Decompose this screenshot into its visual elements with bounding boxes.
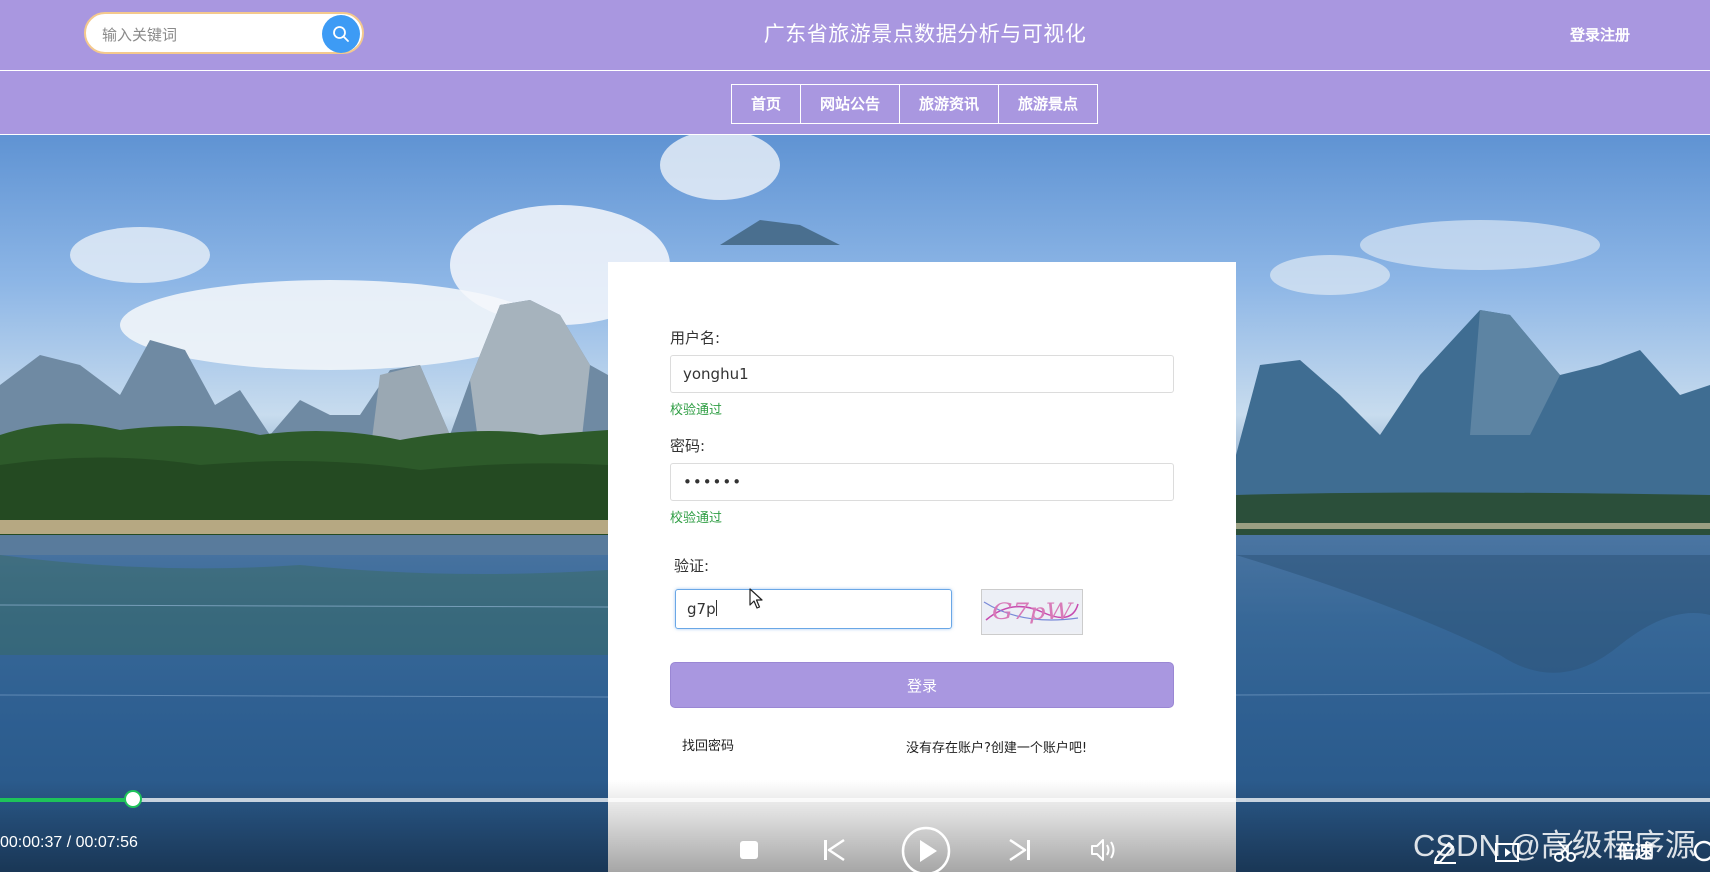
captcha-label: 验证:	[674, 557, 710, 575]
video-progress-fill	[0, 798, 133, 802]
screenshot-icon[interactable]	[1494, 838, 1522, 864]
video-time-readout: 00:00:37 / 00:07:56	[0, 834, 138, 851]
playback-speed-button[interactable]: 倍速	[1617, 838, 1653, 864]
username-input[interactable]: yonghu1	[670, 355, 1174, 393]
mouse-cursor-icon	[749, 588, 763, 609]
password-input[interactable]: ••••••	[670, 463, 1174, 501]
site-title: 广东省旅游景点数据分析与可视化	[763, 22, 1087, 46]
text-caret	[715, 600, 717, 616]
captcha-image-text: G7pW	[992, 600, 1075, 625]
login-register-link[interactable]: 登录注册	[1570, 24, 1630, 45]
login-submit-label: 登录	[906, 677, 937, 695]
main-nav: 首页 网站公告 旅游资讯 旅游景点	[0, 71, 1710, 135]
captcha-input[interactable]: g7p	[675, 589, 952, 629]
forgot-password-link[interactable]: 找回密码	[682, 735, 734, 754]
top-header: 广东省旅游景点数据分析与可视化 登录注册	[0, 0, 1710, 71]
play-icon[interactable]	[900, 825, 952, 872]
scissors-icon[interactable]	[1552, 838, 1580, 864]
username-label: 用户名:	[670, 329, 721, 347]
password-valid-message: 校验通过	[670, 511, 723, 526]
video-progress-bar[interactable]	[0, 790, 1710, 808]
nav-item-home[interactable]: 首页	[732, 85, 802, 123]
captcha-graphic: G7pW	[982, 590, 1080, 632]
nav-item-scenic-spots[interactable]: 旅游景点	[999, 85, 1097, 123]
nav-item-travel-news[interactable]: 旅游资讯	[900, 85, 1000, 123]
draw-pen-icon[interactable]	[1432, 838, 1458, 864]
username-valid-message: 校验通过	[670, 403, 723, 418]
volume-icon[interactable]	[1090, 837, 1118, 863]
password-label: 密码:	[670, 437, 706, 455]
login-submit-button[interactable]: 登录	[670, 662, 1174, 708]
settings-icon[interactable]	[1690, 838, 1710, 864]
create-account-link[interactable]: 没有存在账户?创建一个账户吧!	[906, 737, 1087, 756]
next-icon[interactable]	[1008, 838, 1032, 862]
previous-icon[interactable]	[822, 838, 846, 862]
captcha-image[interactable]: G7pW	[981, 589, 1083, 635]
nav-item-announcements[interactable]: 网站公告	[801, 85, 901, 123]
video-progress-handle[interactable]	[123, 790, 142, 808]
nav-tabs: 首页 网站公告 旅游资讯 旅游景点	[731, 84, 1099, 124]
stop-icon[interactable]	[739, 840, 759, 860]
captcha-input-value: g7p	[687, 600, 716, 618]
